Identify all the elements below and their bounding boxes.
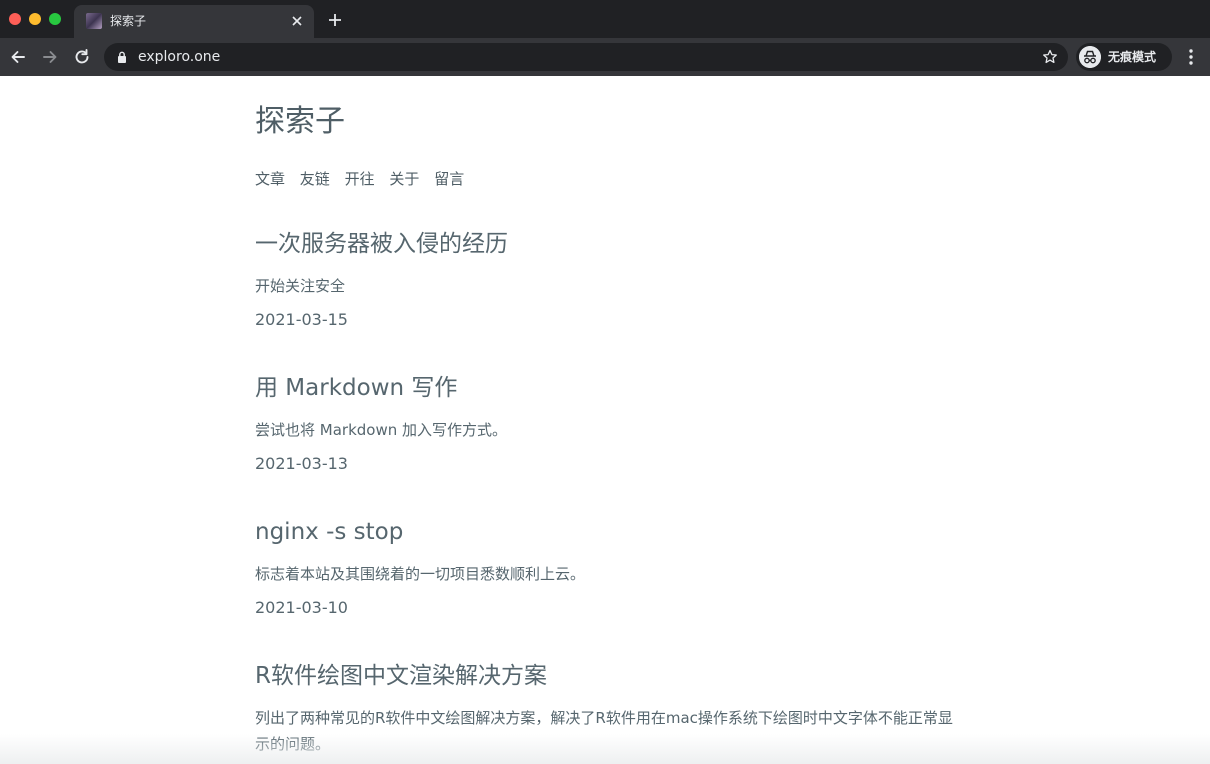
url-text[interactable]: exploro.one: [138, 49, 220, 65]
nav-link-travel[interactable]: 开往: [345, 170, 375, 188]
web-page: 探索子 文章 友链 开往 关于 留言 一次服务器被入侵的经历 开始关注安全 20…: [0, 76, 1210, 764]
address-bar[interactable]: exploro.one: [104, 43, 1068, 71]
title-bar: 探索子: [0, 0, 1210, 38]
browser-toolbar: exploro.one 无痕模式: [0, 38, 1210, 76]
favicon-icon: [86, 13, 102, 29]
post-description: 尝试也将 Markdown 加入写作方式。: [255, 421, 507, 439]
post-date: 2021-03-10: [255, 598, 348, 617]
close-window-button[interactable]: [9, 13, 21, 25]
tab-title: 探索子: [110, 14, 147, 28]
nav-link-articles[interactable]: 文章: [255, 170, 285, 188]
incognito-icon: [1079, 46, 1101, 68]
post-title[interactable]: R软件绘图中文渲染解决方案: [255, 662, 547, 690]
reload-icon[interactable]: [73, 48, 91, 66]
minimize-window-button[interactable]: [29, 13, 41, 25]
incognito-indicator[interactable]: 无痕模式: [1076, 43, 1172, 71]
post-description: 标志着本站及其围绕着的一切项目悉数顺利上云。: [255, 565, 586, 583]
kebab-menu-icon[interactable]: [1184, 48, 1198, 66]
arrow-right-icon[interactable]: [41, 48, 59, 66]
star-icon[interactable]: [1042, 49, 1058, 65]
incognito-label: 无痕模式: [1108, 50, 1157, 64]
browser-tab[interactable]: 探索子: [74, 5, 314, 38]
plus-icon[interactable]: [326, 11, 344, 29]
post-date: 2021-03-13: [255, 454, 348, 473]
bottom-fade: [0, 734, 1210, 764]
arrow-left-icon[interactable]: [9, 48, 27, 66]
post-date: 2021-03-15: [255, 310, 348, 329]
nav-link-guestbook[interactable]: 留言: [434, 170, 464, 188]
post-description: 开始关注安全: [255, 277, 346, 295]
site-title[interactable]: 探索子: [255, 104, 345, 140]
nav-link-friends[interactable]: 友链: [300, 170, 330, 188]
close-icon[interactable]: [290, 14, 304, 28]
nav-link-about[interactable]: 关于: [389, 170, 419, 188]
maximize-window-button[interactable]: [49, 13, 61, 25]
browser-chrome: 探索子 exploro.one 无痕模式: [0, 0, 1210, 76]
post-title[interactable]: nginx -s stop: [255, 518, 403, 546]
post-title[interactable]: 用 Markdown 写作: [255, 374, 457, 402]
site-nav: 文章 友链 开往 关于 留言: [255, 169, 474, 189]
post-title[interactable]: 一次服务器被入侵的经历: [255, 230, 508, 258]
lock-icon: [118, 51, 126, 63]
